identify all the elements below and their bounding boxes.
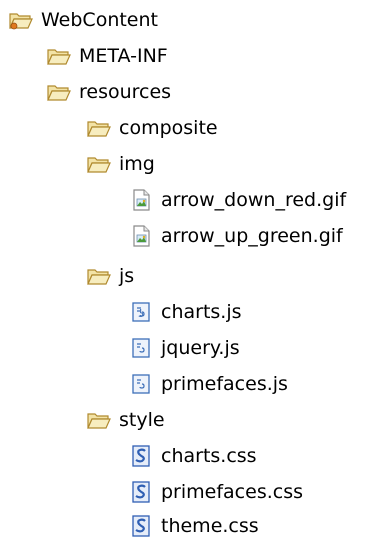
css-file-icon — [128, 444, 154, 468]
tree-node-charts-css[interactable]: charts.css — [128, 439, 257, 473]
js-file-icon — [128, 372, 154, 396]
image-file-icon — [128, 188, 154, 212]
tree-node-label: arrow_down_red.gif — [161, 189, 347, 211]
tree-node-label: WebContent — [41, 9, 158, 31]
css-file-icon — [128, 514, 154, 538]
tree-node-arrow-down-red[interactable]: arrow_down_red.gif — [128, 183, 346, 217]
tree-node-js[interactable]: js — [86, 259, 134, 293]
tree-node-charts-js[interactable]: ʖ charts.js — [128, 295, 242, 329]
folder-icon — [46, 80, 72, 104]
tree-node-primefaces-js[interactable]: primefaces.js — [128, 367, 288, 401]
js-file-icon: ʖ — [128, 300, 154, 324]
tree-node-meta-inf[interactable]: META-INF — [46, 39, 168, 73]
tree-node-style[interactable]: style — [86, 403, 165, 437]
tree-node-composite[interactable]: composite — [86, 111, 218, 145]
tree-node-label: META-INF — [79, 45, 168, 67]
tree-node-resources[interactable]: resources — [46, 75, 171, 109]
css-file-icon — [128, 480, 154, 504]
tree-node-primefaces-css[interactable]: primefaces.css — [128, 475, 303, 509]
folder-icon — [86, 116, 112, 140]
js-file-icon — [128, 336, 154, 360]
folder-icon — [86, 152, 112, 176]
tree-node-label: theme.css — [161, 515, 259, 537]
tree-node-label: style — [119, 409, 165, 431]
folder-icon — [86, 264, 112, 288]
tree-node-img[interactable]: img — [86, 147, 155, 181]
folder-icon — [46, 44, 72, 68]
tree-node-label: jquery.js — [161, 337, 240, 359]
folder-icon — [86, 408, 112, 432]
tree-node-label: composite — [119, 117, 218, 139]
tree-node-arrow-up-green[interactable]: arrow_up_green.gif — [128, 219, 343, 253]
tree-node-label: img — [119, 153, 155, 175]
tree-node-label: arrow_up_green.gif — [161, 225, 343, 247]
tree-node-label: resources — [79, 81, 172, 103]
tree-node-label: primefaces.css — [161, 481, 303, 503]
tree-node-label: charts.js — [161, 301, 242, 323]
tree-node-webcontent[interactable]: WebContent — [8, 3, 158, 37]
tree-node-label: primefaces.js — [161, 373, 288, 395]
tree-node-label: js — [119, 265, 135, 287]
svg-text:ʖ: ʖ — [138, 307, 144, 320]
project-explorer-tree: WebContent META-INF resources composite … — [0, 0, 380, 538]
image-file-icon — [128, 224, 154, 248]
tree-node-jquery-js[interactable]: jquery.js — [128, 331, 240, 365]
project-folder-icon — [8, 8, 34, 32]
tree-node-label: charts.css — [161, 445, 257, 467]
